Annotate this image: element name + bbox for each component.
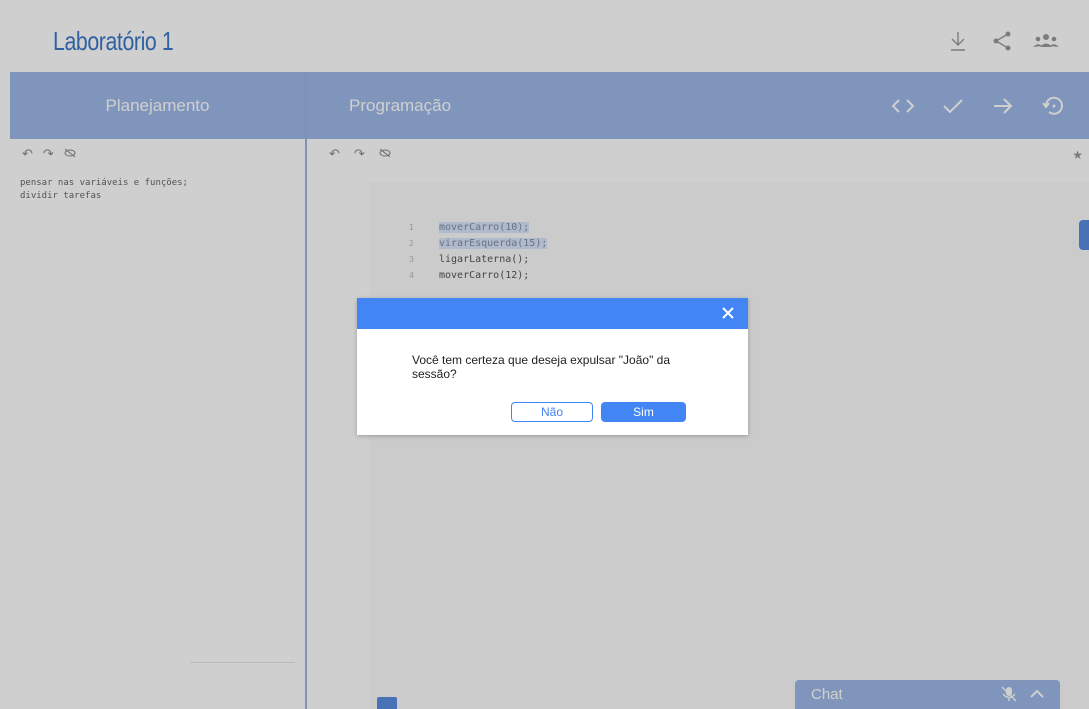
- confirm-dialog: Você tem certeza que deseja expulsar "Jo…: [357, 298, 748, 435]
- close-icon[interactable]: [719, 304, 737, 322]
- dialog-message: Você tem certeza que deseja expulsar "Jo…: [412, 353, 671, 381]
- yes-button[interactable]: Sim: [601, 402, 686, 422]
- dialog-header: [357, 298, 748, 329]
- no-button[interactable]: Não: [511, 402, 593, 422]
